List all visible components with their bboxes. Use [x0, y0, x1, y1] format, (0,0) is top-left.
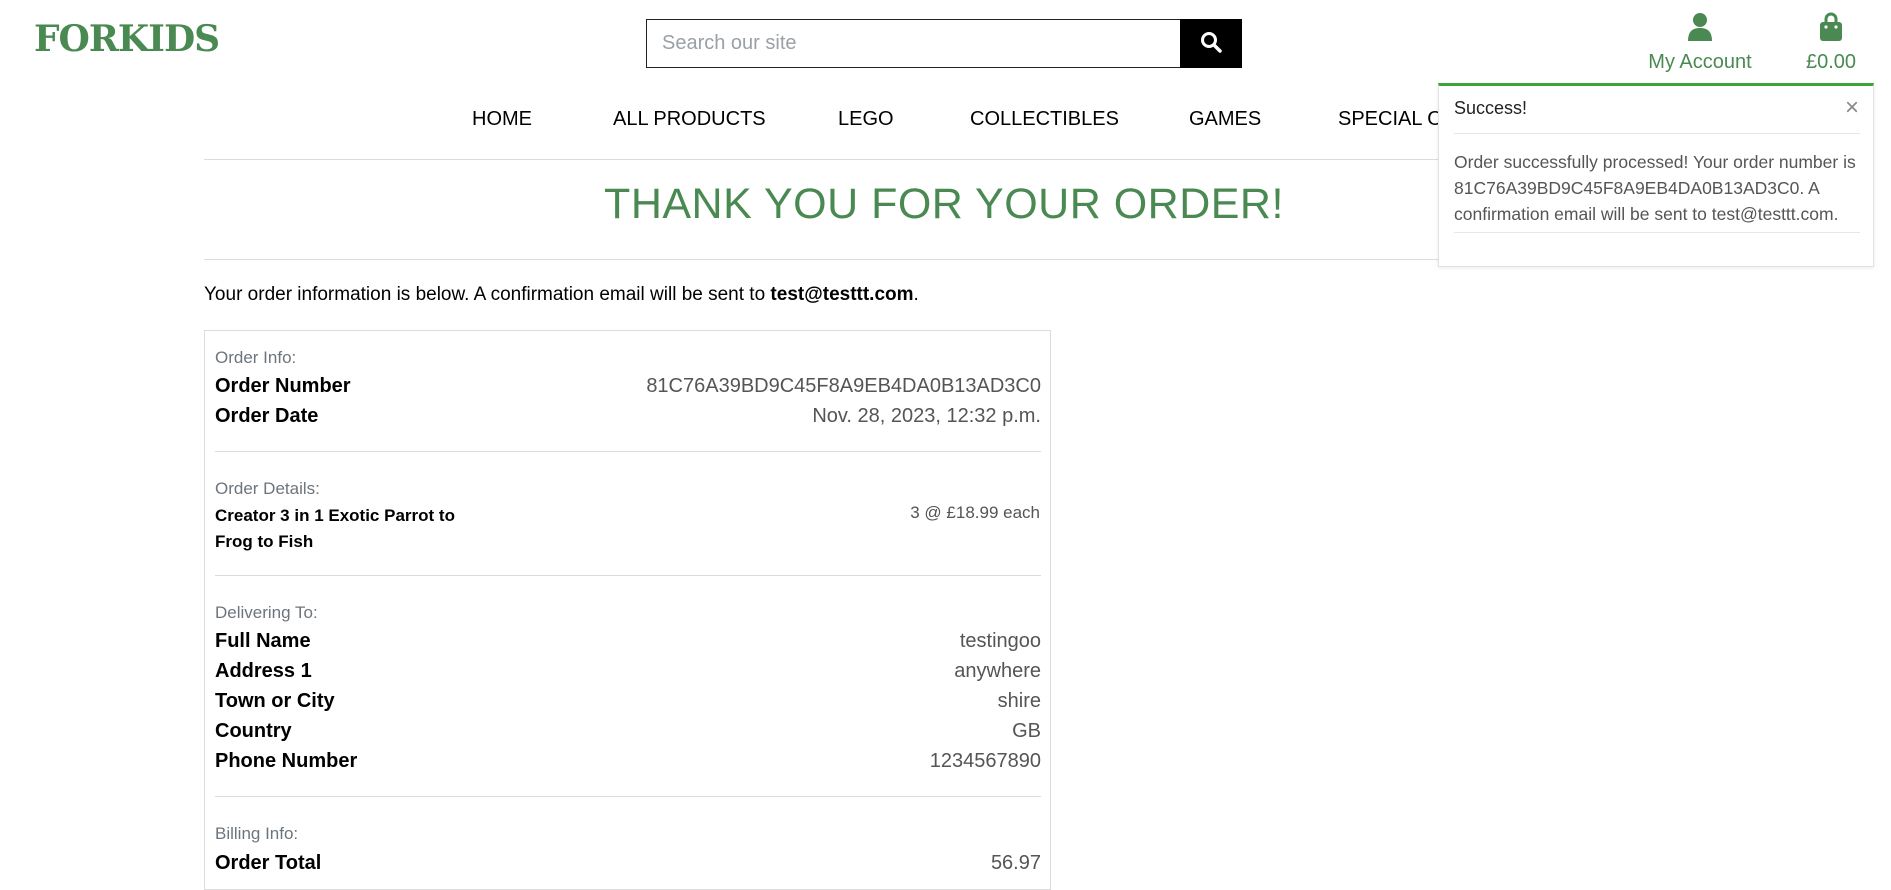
nav-divider: [204, 159, 1501, 160]
item-name: Creator 3 in 1 Exotic Parrot to Frog to …: [215, 506, 455, 551]
my-account-link[interactable]: My Account: [1640, 12, 1760, 74]
row-key: Country: [215, 720, 292, 742]
item-quantity-price: 3 @ £18.99 each: [910, 503, 1040, 522]
row-key: Full Name: [215, 630, 311, 652]
nav-item-all-products[interactable]: ALL PRODUCTS: [613, 108, 766, 131]
search-button[interactable]: [1180, 19, 1242, 68]
user-icon: [1687, 13, 1713, 46]
row-value: 81C76A39BD9C45F8A9EB4DA0B13AD3C0: [646, 375, 1041, 397]
nav-item-home[interactable]: HOME: [472, 108, 532, 131]
row-value: 1234567890: [929, 750, 1041, 772]
order-summary-card: Order Info: Order Number 81C76A39BD9C45F…: [204, 330, 1051, 890]
order-details-label: Order Details:: [215, 479, 320, 498]
row-key: Town or City: [215, 690, 335, 712]
delivery-label: Delivering To:: [215, 603, 318, 622]
row-key: Order Number: [215, 375, 351, 397]
order-number-row: Order Number 81C76A39BD9C45F8A9EB4DA0B13…: [215, 375, 1041, 401]
address-row: Address 1 anywhere: [215, 660, 1041, 686]
order-date-row: Order Date Nov. 28, 2023, 12:32 p.m.: [215, 405, 1041, 431]
intro-period: .: [913, 284, 919, 305]
intro-text: Your order information is below. A confi…: [204, 284, 919, 306]
row-key: Address 1: [215, 660, 312, 682]
section-divider: [215, 796, 1041, 797]
row-key: Order Total: [215, 852, 322, 874]
nav-item-collectibles[interactable]: COLLECTIBLES: [970, 108, 1119, 131]
row-value: GB: [1012, 720, 1041, 742]
toast-header: Success!: [1454, 98, 1528, 118]
town-row: Town or City shire: [215, 690, 1041, 716]
cart-total: £0.00: [1805, 51, 1857, 73]
title-divider: [204, 259, 1501, 260]
search-icon: [1200, 31, 1222, 56]
row-value: shire: [997, 690, 1041, 712]
billing-label: Billing Info:: [215, 824, 299, 843]
row-key: Order Date: [215, 405, 319, 427]
section-divider: [215, 575, 1041, 576]
row-value: anywhere: [954, 660, 1041, 682]
my-account-label: My Account: [1648, 51, 1752, 73]
row-value: testingoo: [959, 630, 1041, 652]
phone-row: Phone Number 1234567890: [215, 750, 1041, 776]
row-value: Nov. 28, 2023, 12:32 p.m.: [812, 405, 1041, 427]
search-input[interactable]: [646, 19, 1181, 68]
toast-divider: [1454, 133, 1860, 134]
intro-message: Your order information is below. A confi…: [204, 284, 771, 305]
order-info-label: Order Info:: [215, 348, 297, 367]
success-toast: Success! × Order successfully processed!…: [1438, 83, 1874, 267]
row-key: Phone Number: [215, 750, 358, 772]
close-icon[interactable]: ×: [1845, 96, 1859, 120]
full-name-row: Full Name testingoo: [215, 630, 1041, 656]
order-total-row: Order Total 56.97: [215, 852, 1041, 878]
row-value: 56.97: [990, 852, 1041, 874]
shopping-bag-icon: [1818, 12, 1844, 46]
cart-link[interactable]: £0.00: [1796, 12, 1866, 74]
section-divider: [215, 451, 1041, 452]
toast-message: Order successfully processed! Your order…: [1454, 152, 1856, 224]
nav-item-lego[interactable]: LEGO: [838, 108, 894, 131]
search-bar: [646, 19, 1242, 68]
country-row: Country GB: [215, 720, 1041, 746]
toast-divider: [1454, 232, 1860, 233]
intro-email: test@testtt.com: [770, 284, 914, 305]
nav-item-games[interactable]: GAMES: [1189, 108, 1261, 131]
site-logo[interactable]: FORKIDS: [34, 18, 220, 60]
